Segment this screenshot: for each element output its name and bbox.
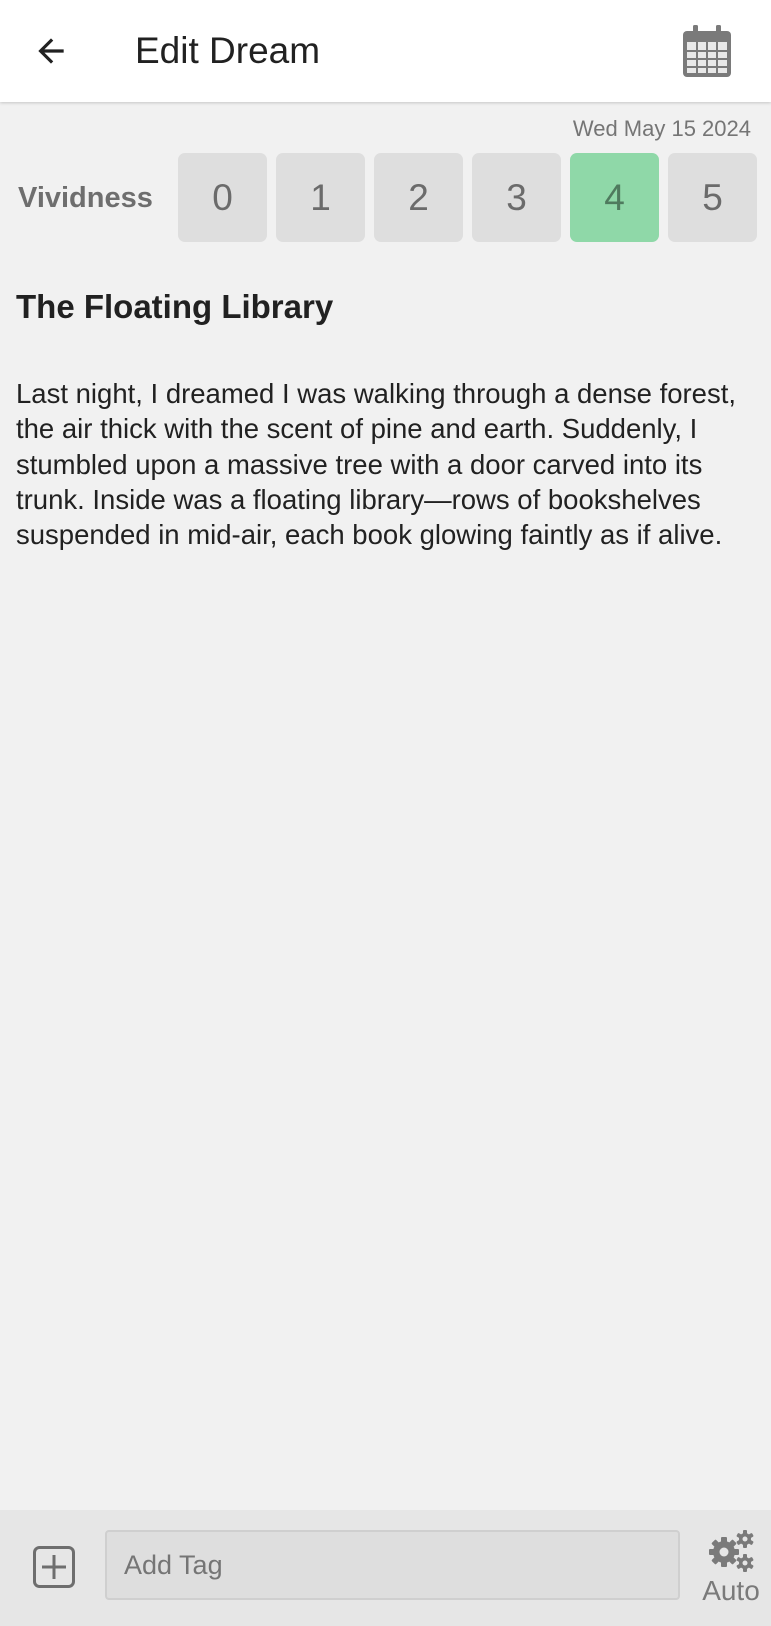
- vividness-option-3[interactable]: 3: [472, 153, 561, 242]
- vividness-selector: 0 1 2 3 4 5: [178, 153, 757, 242]
- dream-date[interactable]: Wed May 15 2024: [573, 114, 751, 144]
- vividness-option-0[interactable]: 0: [178, 153, 267, 242]
- auto-tag-button[interactable]: Auto: [700, 1528, 762, 1620]
- vividness-option-2[interactable]: 2: [374, 153, 463, 242]
- calendar-button[interactable]: [676, 20, 738, 82]
- add-tag-input[interactable]: [105, 1530, 680, 1600]
- vividness-option-5[interactable]: 5: [668, 153, 757, 242]
- tag-bar: Auto: [0, 1510, 771, 1626]
- page-title: Edit Dream: [135, 30, 321, 71]
- dream-body[interactable]: Last night, I dreamed I was walking thro…: [16, 376, 751, 552]
- app-bar: Edit Dream: [0, 0, 771, 102]
- add-tag-button[interactable]: [28, 1541, 80, 1593]
- vividness-option-1[interactable]: 1: [276, 153, 365, 242]
- vividness-label: Vividness: [18, 182, 153, 214]
- auto-label: Auto: [702, 1575, 760, 1606]
- gears-icon: [709, 1530, 754, 1572]
- plus-square-icon: [33, 1546, 75, 1588]
- dream-title[interactable]: The Floating Library: [16, 285, 333, 329]
- arrow-left-icon: [38, 38, 64, 64]
- vividness-option-4[interactable]: 4: [570, 153, 659, 242]
- calendar-icon: [683, 25, 731, 77]
- back-button[interactable]: [22, 22, 80, 80]
